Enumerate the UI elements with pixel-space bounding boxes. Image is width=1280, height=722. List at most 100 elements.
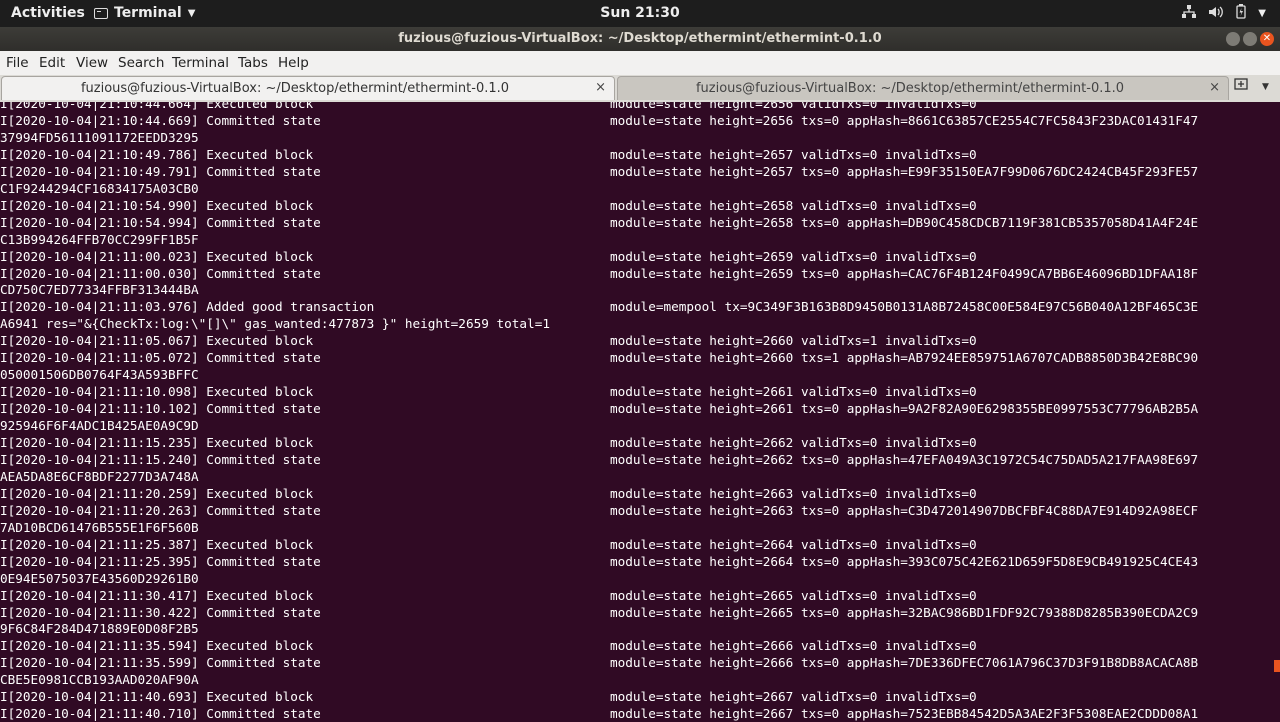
log-message: I[2020-10-04|21:11:35.594] Executed bloc… bbox=[0, 638, 314, 654]
activities-button[interactable]: Activities bbox=[11, 5, 85, 21]
log-fields: module=state height=2656 txs=0 appHash=8… bbox=[610, 112, 1199, 128]
log-fields: module=state height=2658 validTxs=0 inva… bbox=[610, 197, 977, 213]
log-fields: module=state height=2663 txs=0 appHash=C… bbox=[610, 502, 1199, 518]
window-title-bar[interactable]: fuzious@fuzious-VirtualBox: ~/Desktop/et… bbox=[0, 27, 1280, 51]
log-message: I[2020-10-04|21:11:20.259] Executed bloc… bbox=[0, 485, 314, 501]
menu-view[interactable]: View bbox=[76, 55, 108, 71]
terminal-line: I[2020-10-04|21:11:40.710] Committed sta… bbox=[0, 705, 1198, 722]
log-message: I[2020-10-04|21:10:54.990] Executed bloc… bbox=[0, 197, 314, 213]
log-message: I[2020-10-04|21:11:20.263] Committed sta… bbox=[0, 502, 321, 518]
log-message: I[2020-10-04|21:11:00.023] Executed bloc… bbox=[0, 248, 314, 264]
terminal-cursor bbox=[1274, 660, 1280, 672]
menu-search[interactable]: Search bbox=[118, 55, 164, 71]
menu-edit[interactable]: Edit bbox=[39, 55, 65, 71]
log-message: I[2020-10-04|21:11:35.599] Committed sta… bbox=[0, 655, 321, 671]
terminal-line: CBE5E0981CCB193AAD020AF90A bbox=[0, 671, 199, 688]
terminal-line: 925946F6F4ADC1B425AE0A9C9D bbox=[0, 417, 199, 434]
terminal-line: I[2020-10-04|21:10:49.791] Committed sta… bbox=[0, 163, 1198, 180]
tab-bar: fuzious@fuzious-VirtualBox: ~/Desktop/et… bbox=[0, 75, 1280, 102]
terminal-line: I[2020-10-04|21:11:15.235] Executed bloc… bbox=[0, 434, 977, 451]
log-message: AEA5DA8E6CF8BDF2277D3A748A bbox=[0, 468, 199, 484]
log-fields: module=state height=2658 txs=0 appHash=D… bbox=[610, 214, 1199, 230]
log-message: I[2020-10-04|21:11:30.417] Executed bloc… bbox=[0, 587, 314, 603]
log-message: 7AD10BCD61476B555E1F6F560B bbox=[0, 519, 199, 535]
log-message: I[2020-10-04|21:11:00.030] Committed sta… bbox=[0, 265, 321, 281]
terminal-line: I[2020-10-04|21:11:25.387] Executed bloc… bbox=[0, 536, 977, 553]
system-tray[interactable]: ▼ bbox=[1182, 4, 1266, 23]
terminal-line: 37994FD56111091172EEDD3295 bbox=[0, 129, 199, 146]
log-fields: module=state height=2661 txs=0 appHash=9… bbox=[610, 401, 1199, 417]
log-fields: module=state height=2656 validTxs=0 inva… bbox=[610, 102, 977, 111]
terminal-line: I[2020-10-04|21:11:15.240] Committed sta… bbox=[0, 451, 1198, 468]
log-message: I[2020-10-04|21:11:40.693] Executed bloc… bbox=[0, 689, 314, 705]
terminal-line: I[2020-10-04|21:11:30.422] Committed sta… bbox=[0, 604, 1198, 621]
menu-help[interactable]: Help bbox=[278, 55, 309, 71]
log-message: CD750C7ED77334FFBF313444BA bbox=[0, 282, 199, 298]
menu-terminal[interactable]: Terminal bbox=[172, 55, 229, 71]
new-tab-icon[interactable] bbox=[1234, 78, 1250, 96]
log-message: I[2020-10-04|21:11:15.235] Executed bloc… bbox=[0, 435, 314, 450]
log-message: C1F9244294CF16834175A03CB0 bbox=[0, 180, 199, 196]
tab-terminal-2[interactable]: fuzious@fuzious-VirtualBox: ~/Desktop/et… bbox=[617, 76, 1229, 100]
tab-label: fuzious@fuzious-VirtualBox: ~/Desktop/et… bbox=[695, 81, 1125, 96]
log-message: I[2020-10-04|21:11:05.072] Committed sta… bbox=[0, 350, 321, 366]
tab-terminal-1[interactable]: fuzious@fuzious-VirtualBox: ~/Desktop/et… bbox=[1, 76, 615, 100]
terminal-line: I[2020-10-04|21:10:44.669] Committed sta… bbox=[0, 112, 1198, 129]
network-icon bbox=[1182, 4, 1197, 23]
log-fields: module=state height=2660 txs=1 appHash=A… bbox=[610, 350, 1199, 366]
log-fields: module=state height=2659 validTxs=0 inva… bbox=[610, 248, 977, 264]
window-controls: ✕ bbox=[1226, 32, 1274, 46]
close-tab-icon[interactable]: × bbox=[595, 80, 606, 95]
terminal-line: CD750C7ED77334FFBF313444BA bbox=[0, 281, 199, 298]
terminal-line: 9F6C84F284D471889E0D08F2B5 bbox=[0, 620, 199, 637]
terminal-line: I[2020-10-04|21:11:30.417] Executed bloc… bbox=[0, 587, 977, 604]
log-message: 050001506DB0764F43A593BFFC bbox=[0, 367, 199, 383]
tab-list-chevron-icon[interactable]: ▼ bbox=[1262, 82, 1269, 92]
log-fields: module=state height=2664 txs=0 appHash=3… bbox=[610, 553, 1199, 569]
log-message: A6941 res="&{CheckTx:log:\"[]\" gas_want… bbox=[0, 316, 550, 332]
terminal-line: 0E94E5075037E43560D29261B0 bbox=[0, 570, 199, 587]
log-message: 925946F6F4ADC1B425AE0A9C9D bbox=[0, 418, 199, 434]
log-message: I[2020-10-04|21:10:44.664] Executed bloc… bbox=[0, 102, 314, 111]
log-message: I[2020-10-04|21:10:49.791] Committed sta… bbox=[0, 163, 321, 179]
terminal-line: I[2020-10-04|21:11:00.030] Committed sta… bbox=[0, 265, 1198, 282]
log-fields: module=state height=2667 validTxs=0 inva… bbox=[610, 689, 977, 705]
terminal-line: I[2020-10-04|21:11:03.976] Added good tr… bbox=[0, 298, 1198, 315]
log-message: I[2020-10-04|21:11:25.395] Committed sta… bbox=[0, 553, 321, 569]
gnome-top-bar: Activities Terminal ▼ Sun 21:30 ▼ bbox=[0, 0, 1280, 27]
log-message: 37994FD56111091172EEDD3295 bbox=[0, 129, 199, 145]
terminal-line: I[2020-10-04|21:11:05.067] Executed bloc… bbox=[0, 332, 977, 349]
terminal-line: C1F9244294CF16834175A03CB0 bbox=[0, 180, 199, 197]
log-fields: module=state height=2667 txs=0 appHash=7… bbox=[610, 706, 1199, 722]
terminal-output[interactable]: I[2020-10-04|21:10:44.664] Executed bloc… bbox=[0, 102, 1280, 722]
log-message: I[2020-10-04|21:11:10.098] Executed bloc… bbox=[0, 384, 314, 400]
menu-bar: File Edit View Search Terminal Tabs Help bbox=[0, 51, 1280, 75]
log-fields: module=state height=2657 txs=0 appHash=E… bbox=[610, 163, 1199, 179]
log-fields: module=state height=2662 txs=0 appHash=4… bbox=[610, 451, 1199, 467]
terminal-line: I[2020-10-04|21:11:10.098] Executed bloc… bbox=[0, 383, 977, 400]
maximize-button[interactable] bbox=[1243, 32, 1257, 46]
terminal-line: AEA5DA8E6CF8BDF2277D3A748A bbox=[0, 468, 199, 485]
terminal-line: I[2020-10-04|21:10:49.786] Executed bloc… bbox=[0, 146, 977, 163]
log-fields: module=state height=2666 validTxs=0 inva… bbox=[610, 638, 977, 654]
terminal-line: I[2020-10-04|21:11:20.259] Executed bloc… bbox=[0, 485, 977, 502]
log-message: I[2020-10-04|21:10:49.786] Executed bloc… bbox=[0, 146, 314, 162]
app-menu[interactable]: Terminal ▼ bbox=[94, 5, 195, 21]
log-fields: module=state height=2657 validTxs=0 inva… bbox=[610, 146, 977, 162]
close-tab-icon[interactable]: × bbox=[1209, 80, 1220, 95]
close-window-button[interactable]: ✕ bbox=[1260, 32, 1274, 46]
minimize-button[interactable] bbox=[1226, 32, 1240, 46]
chevron-down-icon: ▼ bbox=[187, 7, 196, 19]
tab-label: fuzious@fuzious-VirtualBox: ~/Desktop/et… bbox=[80, 81, 510, 96]
app-menu-label: Terminal bbox=[114, 5, 182, 21]
log-message: C13B994264FFB70CC299FF1B5F bbox=[0, 231, 199, 247]
log-fields: module=state height=2662 validTxs=0 inva… bbox=[610, 435, 977, 450]
log-fields: module=state height=2664 validTxs=0 inva… bbox=[610, 536, 977, 552]
log-message: I[2020-10-04|21:11:15.240] Committed sta… bbox=[0, 451, 321, 467]
terminal-line: I[2020-10-04|21:11:35.599] Committed sta… bbox=[0, 654, 1198, 671]
log-message: I[2020-10-04|21:10:44.669] Committed sta… bbox=[0, 112, 321, 128]
terminal-line: I[2020-10-04|21:10:44.664] Executed bloc… bbox=[0, 102, 977, 112]
menu-tabs[interactable]: Tabs bbox=[238, 55, 268, 71]
terminal-line: A6941 res="&{CheckTx:log:\"[]\" gas_want… bbox=[0, 315, 550, 332]
menu-file[interactable]: File bbox=[6, 55, 29, 71]
